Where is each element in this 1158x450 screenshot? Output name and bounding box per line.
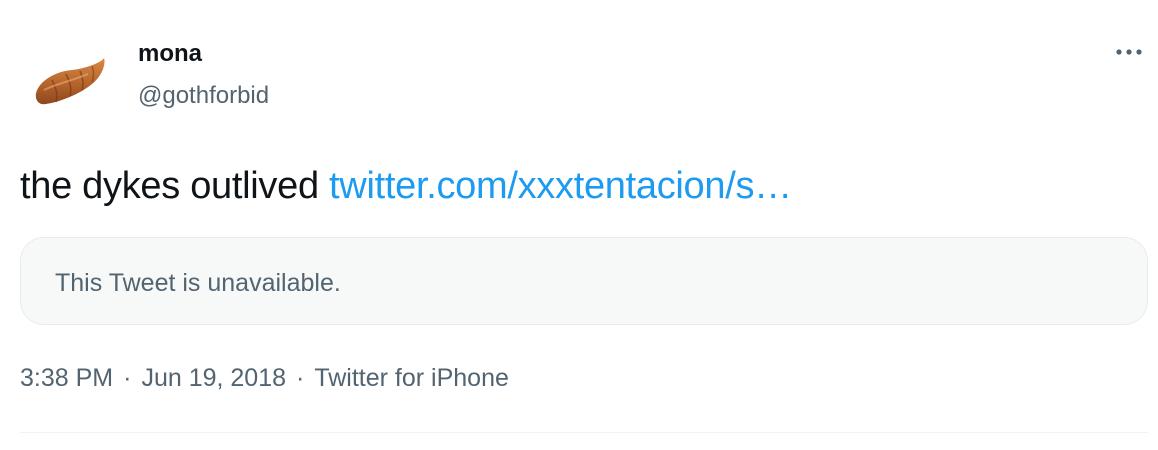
tweet-date-link[interactable]: Jun 19, 2018 — [141, 364, 286, 392]
meta-separator: · — [296, 364, 305, 392]
meta-separator: · — [123, 364, 132, 392]
author-handle[interactable]: @gothforbid — [138, 82, 269, 110]
avatar[interactable] — [22, 36, 118, 132]
tweet-card: mona @gothforbid the dykes outlived twit… — [0, 0, 1158, 450]
more-options-icon[interactable] — [1114, 40, 1146, 64]
divider — [20, 432, 1148, 433]
quoted-tweet-unavailable: This Tweet is unavailable. — [20, 237, 1148, 325]
tweet-text: the dykes outlived twitter.com/xxxtentac… — [20, 162, 792, 210]
tweet-link[interactable]: twitter.com/xxxtentacion/s… — [329, 165, 792, 207]
tweet-metadata: 3:38 PM · Jun 19, 2018 · Twitter for iPhone — [20, 364, 509, 393]
croissant-icon — [35, 58, 105, 105]
author-display-name[interactable]: mona — [138, 40, 202, 68]
tweet-source-link[interactable]: Twitter for iPhone — [314, 364, 509, 392]
tweet-body: the dykes outlived — [20, 165, 330, 207]
tweet-time-link[interactable]: 3:38 PM — [20, 364, 113, 392]
quoted-tweet-message: This Tweet is unavailable. — [55, 269, 341, 297]
